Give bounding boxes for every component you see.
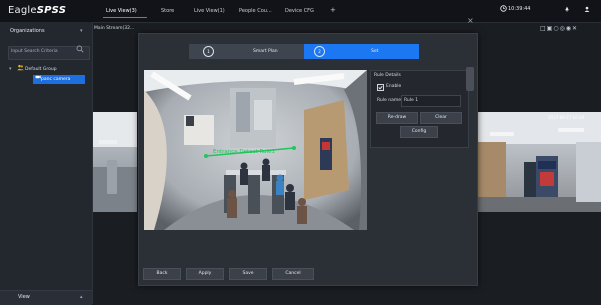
rule-panel-scrollbar[interactable] [466,67,474,91]
organizations-header[interactable]: Organizations [10,28,45,34]
add-tab-icon[interactable]: + [330,6,336,14]
cancel-button[interactable]: Cancel [272,268,314,280]
close-icon[interactable]: × [467,16,474,25]
tab-live-view-3[interactable]: Live View(3) [106,8,137,14]
redraw-button[interactable]: Re-draw [376,112,418,124]
group-icon [17,64,24,73]
stream-title: Main Stream(32... [94,26,135,31]
background-video-right [476,112,601,212]
search-icon[interactable] [76,45,84,55]
clock-icon [500,5,507,14]
view-panel-footer[interactable] [0,290,92,305]
background-video-timestamp: 2017-09-27 10:39 [548,115,585,120]
config-button[interactable]: Config [400,126,438,138]
organizations-panel [0,22,93,304]
enable-label: Enable [386,84,402,89]
rule-overlay-label: Entrance Detect Rule1 [213,149,275,155]
enable-checkbox[interactable] [377,84,384,91]
background-video-left [93,112,137,212]
rule-name-input[interactable]: Rule 1 [404,98,418,103]
step-smart-plan[interactable]: Smart Plan [253,49,278,54]
step-set[interactable]: Set [371,49,378,54]
search-input[interactable]: Input Search Criteria [11,49,58,54]
back-button[interactable]: Back [143,268,181,280]
tab-store[interactable]: Store [161,8,174,14]
stream-toolbar[interactable]: □▣○◎◉✕ [540,25,578,32]
step-2-number: 2 [314,46,325,57]
brand-name: Eagle [8,5,37,16]
save-button[interactable]: Save [229,268,267,280]
clear-button[interactable]: Clear [420,112,462,124]
tree-expand-icon[interactable]: ▾ [9,66,12,72]
step-1-number: 1 [203,46,214,57]
tree-item-camera-label: panc camera [41,77,71,82]
app-logo: EagleSPSS [8,5,66,16]
tab-live-view-1[interactable]: Live View(1) [194,8,225,14]
active-tab-indicator [103,17,147,18]
tree-item-default-group[interactable]: Default Group [25,67,57,72]
chevron-up-icon[interactable]: ▴ [80,294,83,300]
tab-people-counting[interactable]: People Cou... [239,8,272,14]
apply-button[interactable]: Apply [186,268,224,280]
user-icon[interactable] [584,6,590,14]
chevron-down-icon[interactable]: ▾ [80,28,83,34]
brand-suffix: SPSS [36,5,67,16]
rule-name-label: Rule name: [377,98,403,103]
tab-device-cfg[interactable]: Device CFG [285,8,314,14]
view-label: View [18,294,30,300]
alarm-icon[interactable] [564,6,570,14]
clock-time: 10:39:44 [508,6,531,12]
rule-details-title: Rule Details [374,73,401,78]
